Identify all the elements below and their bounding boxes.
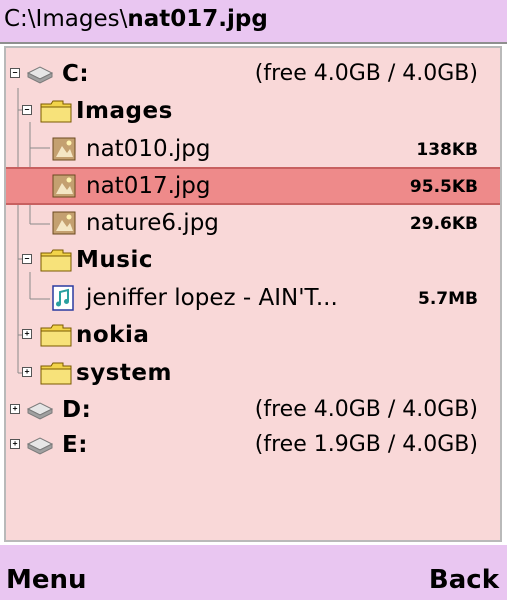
tree-row-file[interactable]: nature6.jpg 29.6KB [6, 205, 500, 241]
expand-toggle-icon[interactable]: + [22, 329, 32, 339]
drive-icon [26, 437, 54, 455]
file-size: 95.5KB [409, 177, 478, 197]
system-folder-label: system [76, 360, 172, 386]
collapse-toggle-icon[interactable]: − [10, 68, 20, 78]
folder-icon [40, 362, 72, 385]
menu-softkey[interactable]: Menu [6, 565, 87, 595]
drive-c-free-space: (free 4.0GB / 4.0GB) [254, 61, 478, 86]
music-folder-label: Music [76, 247, 153, 273]
nokia-folder-label: nokia [76, 322, 150, 348]
file-size: 29.6KB [409, 214, 478, 234]
current-path: C:\Images\nat017.jpg [4, 6, 268, 32]
folder-icon [40, 100, 72, 123]
file-tree[interactable]: − C: (free 4.0GB / 4.0GB) − Images nat01… [4, 46, 502, 542]
image-file-icon [52, 137, 76, 161]
collapse-toggle-icon[interactable]: − [22, 105, 32, 115]
title-bar: C:\Images\nat017.jpg [0, 0, 507, 44]
file-name: nature6.jpg [86, 210, 219, 236]
file-size: 138KB [416, 140, 478, 160]
images-folder-label: Images [76, 98, 173, 124]
tree-row-file-selected[interactable]: nat017.jpg 95.5KB [6, 167, 500, 205]
tree-row-drive-c[interactable]: − C: (free 4.0GB / 4.0GB) [6, 56, 500, 92]
tree-row-system-folder[interactable]: + system [6, 355, 500, 391]
tree-row-nokia-folder[interactable]: + nokia [6, 317, 500, 353]
music-file-icon [52, 285, 74, 311]
image-file-icon [52, 174, 76, 198]
expand-toggle-icon[interactable]: + [22, 367, 32, 377]
tree-row-music-folder[interactable]: − Music [6, 242, 500, 278]
file-name: jeniffer lopez - AIN'T... [86, 285, 338, 311]
expand-toggle-icon[interactable]: + [10, 404, 20, 414]
folder-icon [40, 249, 72, 272]
drive-c-label: C: [62, 61, 90, 87]
file-size: 5.7MB [418, 289, 478, 309]
tree-row-images-folder[interactable]: − Images [6, 93, 500, 129]
drive-d-label: D: [62, 397, 92, 423]
drive-e-free-space: (free 1.9GB / 4.0GB) [254, 432, 478, 457]
tree-row-file[interactable]: nat010.jpg 138KB [6, 131, 500, 167]
drive-icon [26, 66, 54, 84]
tree-row-drive-e[interactable]: + E: (free 1.9GB / 4.0GB) [6, 427, 500, 463]
back-softkey[interactable]: Back [429, 565, 499, 595]
expand-toggle-icon[interactable]: + [10, 439, 20, 449]
drive-e-label: E: [62, 432, 88, 458]
path-prefix: C:\Images\ [4, 6, 128, 32]
path-file: nat017.jpg [127, 6, 268, 32]
file-name: nat010.jpg [86, 136, 211, 162]
collapse-toggle-icon[interactable]: − [22, 254, 32, 264]
drive-d-free-space: (free 4.0GB / 4.0GB) [254, 397, 478, 422]
folder-icon [40, 324, 72, 347]
softkey-bar: Menu Back [0, 545, 507, 600]
tree-row-drive-d[interactable]: + D: (free 4.0GB / 4.0GB) [6, 392, 500, 428]
file-manager-screen: C:\Images\nat017.jpg − C: (free 4.0GB / … [0, 0, 507, 600]
drive-icon [26, 402, 54, 420]
image-file-icon [52, 211, 76, 235]
tree-row-music-file[interactable]: jeniffer lopez - AIN'T... 5.7MB [6, 280, 500, 316]
file-name: nat017.jpg [86, 173, 211, 199]
